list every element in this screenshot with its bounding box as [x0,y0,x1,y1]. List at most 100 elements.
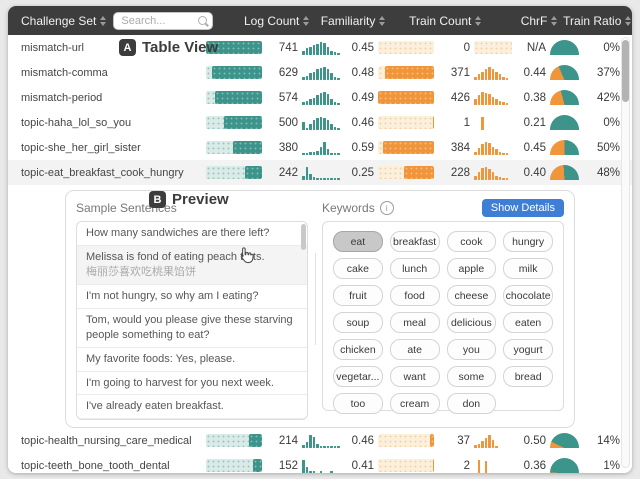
hist-bar [330,99,333,104]
hist-bar [506,78,509,79]
table-row[interactable]: topic-eat_breakfast_cook_hungry2420.2522… [8,160,632,185]
hist-bar [481,92,484,105]
log-count-bar [206,141,262,154]
keyword-chip[interactable]: yogurt [503,339,553,360]
search-box[interactable] [113,12,213,30]
column-header-challenge-set[interactable]: Challenge Set [21,14,106,28]
sentences-scrollbar-thumb[interactable] [301,224,306,250]
keyword-chip[interactable]: soup [333,312,383,333]
vertical-scrollbar[interactable] [621,37,630,468]
keyword-chip[interactable]: hungry [503,231,553,252]
column-header-train-count[interactable]: Train Count [389,14,481,28]
hist-bar [337,178,340,179]
bar-fill [253,459,262,472]
hist-bar [320,471,323,472]
keyword-chip[interactable]: chocolate [503,285,553,306]
keyword-chip[interactable]: eat [333,231,383,252]
chrf-value: 0.38 [516,92,546,104]
keyword-chip[interactable]: eaten [503,312,553,333]
familiarity-histogram [302,66,340,80]
keyword-chip[interactable]: cheese [447,285,497,306]
keyword-chip[interactable]: delicious [447,312,497,333]
hist-bar [313,437,316,447]
familiarity-histogram [302,459,340,473]
keyword-chip[interactable]: cream [390,393,440,414]
search-input[interactable] [119,14,198,28]
hist-bar [474,152,477,155]
hist-bar [320,446,323,447]
column-header-train-ratio[interactable]: Train Ratio [561,14,631,28]
keyword-chip[interactable]: food [390,285,440,306]
keyword-chip[interactable]: chicken [333,339,383,360]
table-row[interactable]: mismatch-comma6290.483710.4437% [8,60,632,85]
sentences-scrollbar[interactable] [301,224,306,413]
table-row[interactable]: topic-health_nursing_care_medical2140.46… [8,428,632,453]
sentence-item[interactable]: I'm going to harvest for you next week. [77,372,307,396]
keyword-chip[interactable]: want [390,366,440,387]
table-row[interactable]: mismatch-period5740.494260.3842% [8,85,632,110]
hist-bar [478,95,481,104]
sentence-item[interactable]: I've already eaten breakfast. [77,395,307,419]
keyword-chip[interactable]: some [447,366,497,387]
bar-fill [249,434,262,447]
sort-icon [100,16,106,26]
log-count-value: 574 [266,92,298,104]
table-row[interactable]: mismatch-url7410.450N/A0% [8,35,632,60]
table-row[interactable]: topic-she_her_girl_sister3800.593840.455… [8,135,632,160]
keyword-chip[interactable]: ate [390,339,440,360]
hist-bar [499,101,502,105]
keyword-chip[interactable]: fruit [333,285,383,306]
keyword-chip[interactable]: breakfast [390,231,440,252]
table-row[interactable]: topic-teeth_bone_tooth_dental1520.4120.3… [8,453,632,473]
hist-bar [313,120,316,129]
train-ratio-value: 0% [584,42,620,54]
hist-bar [320,117,323,130]
column-header-familiarity[interactable]: Familiarity [313,14,385,28]
hist-bar [323,118,326,130]
keyword-chip[interactable]: too [333,393,383,414]
hist-bar [485,142,488,155]
chrf-value: 0.45 [516,142,546,154]
keyword-chip[interactable]: milk [503,258,553,279]
sentence-item[interactable]: Melissa is fond of eating peach tarts.梅丽… [77,246,307,286]
hist-bar [502,102,505,105]
table-header: Challenge Set Log Count Familiarity Trai… [8,6,632,35]
sentence-item[interactable]: Thanks for cooking. [77,419,307,420]
sentence-item[interactable]: How many sandwiches are there left? [77,222,307,246]
log-count-value: 629 [266,67,298,79]
table-row[interactable]: topic-haha_lol_so_you5000.4610.210% [8,110,632,135]
hist-bar [478,172,481,180]
train-ratio-gauge [550,140,579,155]
annotation-label: Table View [142,39,218,56]
challenge-set-name: mismatch-period [21,92,202,104]
hist-bar [330,446,333,447]
keyword-chip[interactable]: cook [447,231,497,252]
keyword-chip[interactable]: you [447,339,497,360]
column-header-log-count[interactable]: Log Count [217,14,309,28]
keyword-chip[interactable]: meal [390,312,440,333]
challenge-set-name: topic-haha_lol_so_you [21,117,202,129]
show-details-button[interactable]: Show Details [482,199,564,217]
train-ratio-gauge [550,65,579,80]
keyword-chip[interactable]: apple [447,258,497,279]
sentence-item[interactable]: I'm not hungry, so why am I eating? [77,285,307,309]
keywords-section: Keywords i Show Details eatbreakfastcook… [322,198,564,420]
train-ratio-gauge [550,433,579,448]
keyword-chip[interactable]: lunch [390,258,440,279]
column-header-chrf[interactable]: ChrF [485,14,557,28]
hist-bar [309,174,312,179]
keyword-chip[interactable]: cake [333,258,383,279]
keyword-chip[interactable]: don [447,393,497,414]
sentence-item[interactable]: My favorite foods: Yes, please. [77,348,307,372]
info-icon[interactable]: i [380,201,394,215]
hist-bar [337,53,340,54]
keyword-chip[interactable]: vegetar... [333,366,383,387]
train-ratio-value: 0% [584,117,620,129]
hist-bar [316,118,319,130]
hist-bar [499,74,502,79]
hist-bar [485,167,488,180]
keyword-chip[interactable]: bread [503,366,553,387]
hist-bar [495,99,498,104]
vertical-scrollbar-thumb[interactable] [622,40,629,102]
sentence-item[interactable]: Tom, would you please give these starvin… [77,309,307,348]
